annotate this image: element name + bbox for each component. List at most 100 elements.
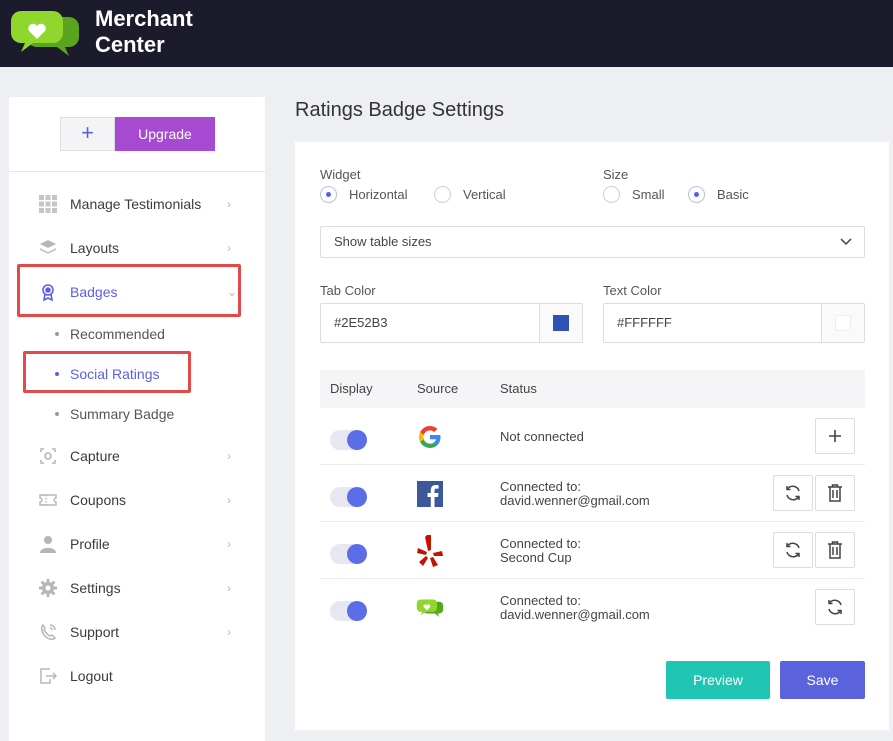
capture-icon <box>38 446 58 466</box>
tab-color-field[interactable]: #2E52B3 <box>320 303 583 343</box>
color-swatch-icon <box>835 315 851 331</box>
sidebar: + Upgrade Manage Testimonials › Layouts … <box>9 97 265 741</box>
trash-icon <box>828 484 842 502</box>
toggle-knob <box>347 430 367 450</box>
chevron-right-icon: › <box>227 241 231 255</box>
column-header-source: Source <box>417 381 459 396</box>
highlight-badges <box>17 264 241 317</box>
sidebar-item-layouts[interactable]: Layouts › <box>9 233 265 263</box>
text-color-input[interactable]: #FFFFFF <box>604 304 821 342</box>
table-sizes-select[interactable]: Show table sizes <box>320 226 865 258</box>
logout-icon <box>38 666 58 686</box>
tab-color-picker[interactable] <box>539 304 582 342</box>
sidebar-item-label: Layouts <box>70 240 120 256</box>
sidebar-item-label: Settings <box>70 580 121 596</box>
refresh-button[interactable] <box>773 532 813 568</box>
table-row: Connected to: david.wenner@gmail.com <box>320 465 865 522</box>
brand-line-2: Center <box>95 32 165 57</box>
subitem-label: Summary Badge <box>70 406 175 422</box>
user-icon <box>38 534 58 554</box>
status-text: Not connected <box>500 429 584 444</box>
save-button[interactable]: Save <box>780 661 865 699</box>
sidebar-subitem-recommended[interactable]: Recommended <box>9 322 265 346</box>
sidebar-item-logout[interactable]: Logout <box>9 661 265 691</box>
refresh-button[interactable] <box>815 589 855 625</box>
tab-color-input[interactable]: #2E52B3 <box>321 304 539 342</box>
bullet-icon <box>55 412 59 416</box>
column-header-status: Status <box>500 381 537 396</box>
chevron-right-icon: › <box>227 581 231 595</box>
radio-unselected-icon <box>434 186 451 203</box>
delete-button[interactable] <box>815 532 855 568</box>
status-account: Second Cup <box>500 550 572 565</box>
add-button[interactable]: + <box>60 117 115 151</box>
size-label: Size <box>603 167 629 182</box>
radio-basic[interactable]: Basic <box>688 186 749 203</box>
refresh-button[interactable] <box>773 475 813 511</box>
text-color-field[interactable]: #FFFFFF <box>603 303 865 343</box>
facebook-icon <box>416 479 444 509</box>
status-account: david.wenner@gmail.com <box>500 607 650 622</box>
sidebar-item-coupons[interactable]: Coupons › <box>9 485 265 515</box>
table-row: Connected to: Second Cup <box>320 522 865 579</box>
chevron-right-icon: › <box>227 537 231 551</box>
sidebar-item-profile[interactable]: Profile › <box>9 529 265 559</box>
sidebar-item-label: Manage Testimonials <box>70 196 202 212</box>
display-toggle[interactable] <box>330 487 367 507</box>
sidebar-item-label: Profile <box>70 536 110 552</box>
top-bar: Merchant Center <box>0 0 893 67</box>
radio-small[interactable]: Small <box>603 186 665 203</box>
sidebar-item-label: Capture <box>70 448 120 464</box>
refresh-icon <box>828 599 842 615</box>
toggle-knob <box>347 487 367 507</box>
refresh-icon <box>786 542 800 558</box>
grid-icon <box>38 194 58 214</box>
merchant-logo-icon[interactable] <box>9 9 81 57</box>
status-text: Connected to: <box>500 479 581 494</box>
sidebar-item-capture[interactable]: Capture › <box>9 441 265 471</box>
plus-icon <box>829 430 841 442</box>
radio-label: Vertical <box>463 187 506 202</box>
chevron-right-icon: › <box>227 197 231 211</box>
layers-icon <box>38 238 58 258</box>
status-account: david.wenner@gmail.com <box>500 493 650 508</box>
sidebar-actions: + Upgrade <box>9 97 265 172</box>
display-toggle[interactable] <box>330 544 367 564</box>
chevron-right-icon: › <box>227 449 231 463</box>
yelp-icon <box>416 535 444 567</box>
bullet-icon <box>55 332 59 336</box>
chevron-down-icon <box>840 227 852 257</box>
brand-line-1: Merchant <box>95 6 193 31</box>
sidebar-item-settings[interactable]: Settings › <box>9 573 265 603</box>
connect-button[interactable] <box>815 418 855 454</box>
upgrade-button[interactable]: Upgrade <box>115 117 215 151</box>
sidebar-item-support[interactable]: Support › <box>9 617 265 647</box>
table-row: Not connected <box>320 408 865 465</box>
radio-unselected-icon <box>603 186 620 203</box>
sidebar-subitem-summary-badge[interactable]: Summary Badge <box>9 402 265 426</box>
widget-label: Widget <box>320 167 361 182</box>
merchant-icon <box>416 593 444 623</box>
preview-button[interactable]: Preview <box>666 661 770 699</box>
brand-name: Merchant Center <box>95 6 193 58</box>
support-icon <box>38 622 58 642</box>
sidebar-item-manage-testimonials[interactable]: Manage Testimonials › <box>9 189 265 219</box>
display-toggle[interactable] <box>330 430 367 450</box>
display-toggle[interactable] <box>330 601 367 621</box>
radio-horizontal[interactable]: Horizontal <box>320 186 408 203</box>
text-color-picker[interactable] <box>821 304 864 342</box>
sidebar-item-label: Support <box>70 624 120 640</box>
delete-button[interactable] <box>815 475 855 511</box>
chevron-right-icon: › <box>227 493 231 507</box>
toggle-knob <box>347 544 367 564</box>
radio-label: Basic <box>717 187 749 202</box>
refresh-icon <box>786 485 800 501</box>
column-header-display: Display <box>330 381 373 396</box>
sidebar-item-label: Logout <box>70 668 113 684</box>
radio-selected-icon <box>320 186 337 203</box>
radio-vertical[interactable]: Vertical <box>434 186 506 203</box>
gear-icon <box>38 578 58 598</box>
tab-color-label: Tab Color <box>320 283 376 298</box>
chevron-right-icon: › <box>227 625 231 639</box>
sources-table-header: Display Source Status <box>320 370 865 408</box>
